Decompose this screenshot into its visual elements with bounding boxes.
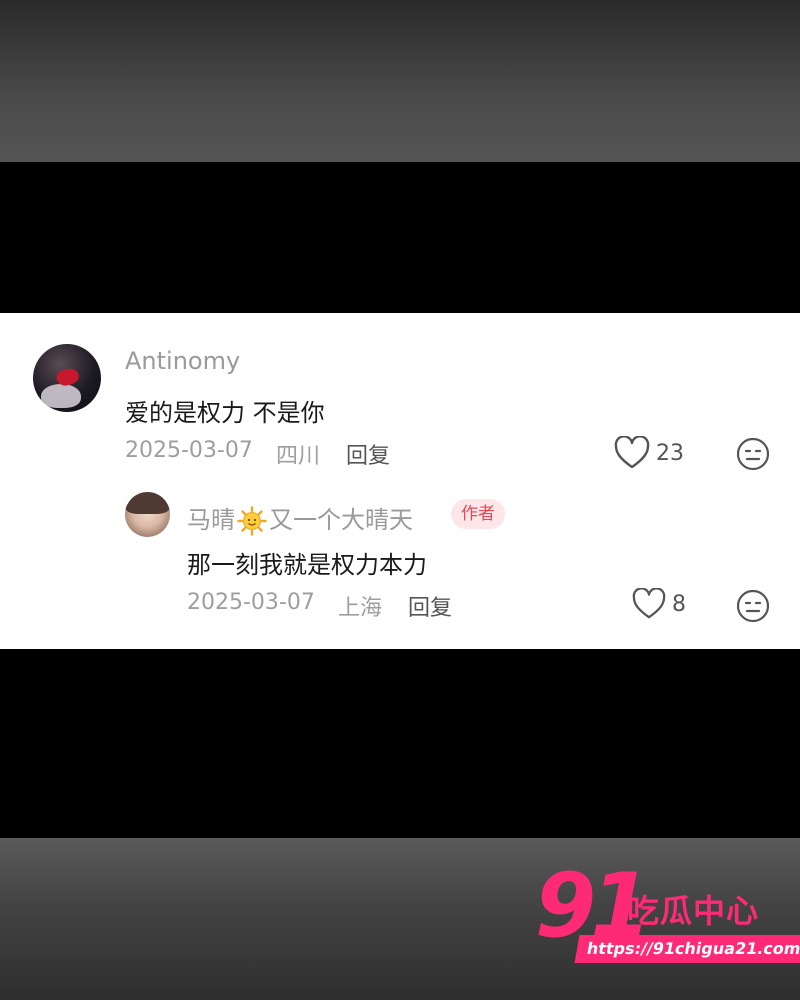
neutral-face-icon [736, 437, 770, 471]
reply-emoji-reaction-button[interactable] [736, 589, 770, 627]
top-gradient-band [0, 0, 800, 162]
reply-like-count: 8 [672, 591, 686, 617]
reply-username-part2: 又一个大晴天 [269, 506, 413, 534]
bottom-letterbox [0, 649, 800, 838]
heart-icon [614, 436, 650, 469]
emoji-reaction-button[interactable] [736, 437, 770, 475]
reply-date: 2025-03-07 [187, 590, 315, 615]
comment-location: 四川 [276, 444, 321, 469]
reply-username-part1: 马晴 [187, 506, 235, 534]
reply-button[interactable]: 回复 [346, 438, 390, 470]
comment-username[interactable]: Antinomy [125, 347, 240, 375]
reply-avatar[interactable] [125, 492, 170, 537]
heart-icon [632, 588, 666, 619]
watermark-url: https://91chigua21.com [574, 935, 800, 963]
reply-like-button[interactable]: 8 [632, 588, 686, 620]
like-button[interactable]: 23 [614, 436, 684, 470]
avatar[interactable] [33, 344, 101, 412]
like-count: 23 [656, 440, 684, 466]
reply-location: 上海 [338, 596, 383, 621]
author-badge: 作者 [451, 499, 505, 529]
top-letterbox [0, 162, 800, 313]
reply-username[interactable]: 马晴 又一个大晴天 [187, 500, 413, 536]
watermark-brand: 吃瓜中心 [627, 892, 760, 930]
comment-text: 爱的是权力 不是你 [125, 399, 325, 427]
watermark-logo: 91 吃瓜中心 https://91chigua21.com [535, 862, 800, 968]
comment-date: 2025-03-07 [125, 438, 253, 463]
reply-text: 那一刻我就是权力本力 [187, 551, 427, 579]
neutral-face-icon [736, 589, 770, 623]
reply-reply-button[interactable]: 回复 [408, 590, 452, 622]
sun-emoji-icon [237, 506, 267, 536]
